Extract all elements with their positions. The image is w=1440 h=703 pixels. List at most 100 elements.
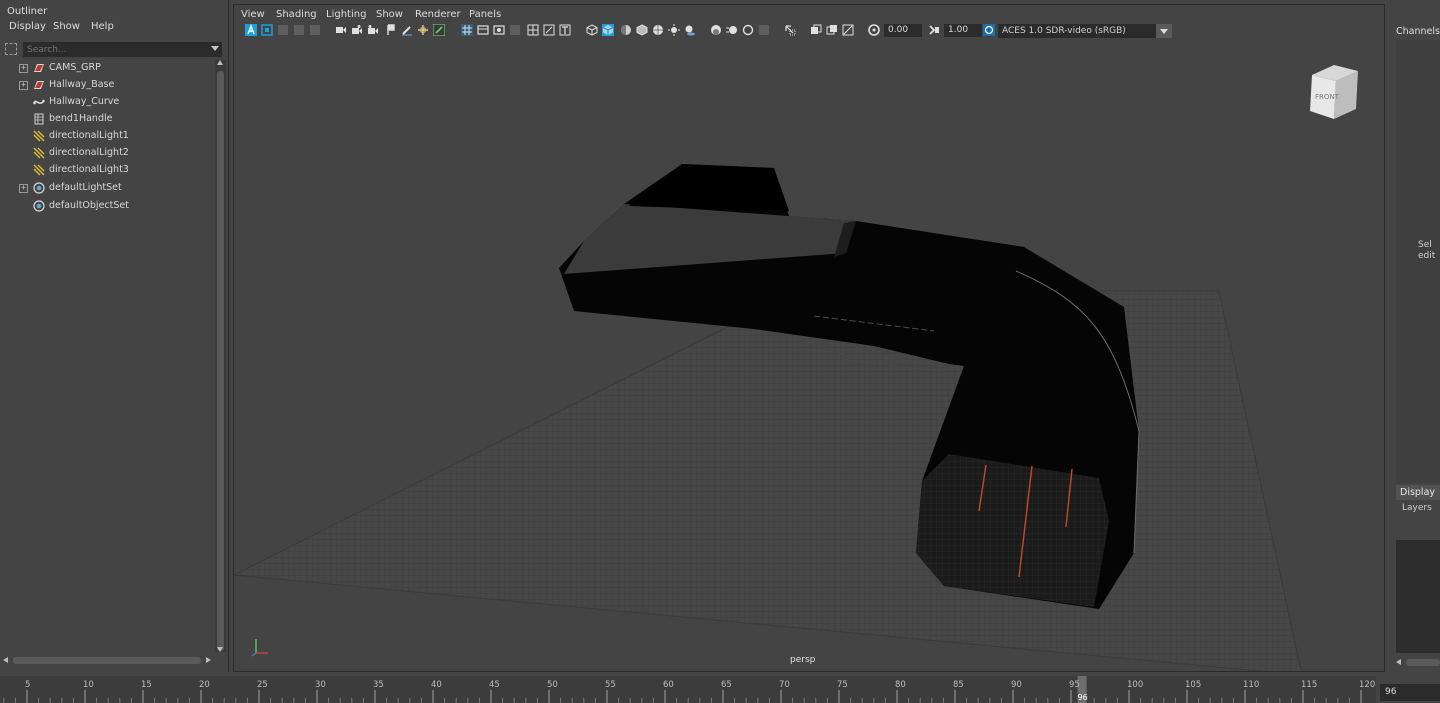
viewport-menu-renderer[interactable]: Renderer — [415, 9, 461, 20]
current-frame-field[interactable]: 96 — [1380, 684, 1440, 701]
gamma-icon[interactable] — [928, 24, 940, 36]
viewport-menu-show[interactable]: Show — [376, 9, 403, 20]
grease-pencil-icon[interactable] — [401, 24, 413, 36]
viewport-panel[interactable]: View Shading Lighting Show Renderer Pane… — [233, 4, 1385, 672]
textured-icon[interactable] — [652, 24, 664, 36]
motion-blur-icon[interactable] — [726, 24, 738, 36]
expand-icon[interactable]: + — [19, 81, 28, 90]
time-slider[interactable]: 96 5 10 15 20 25 30 35 40 45 50 55 60 65 70 75 80 85 90 95 1… — [0, 676, 1376, 703]
outliner-item-cams-grp[interactable]: + CAMS_GRP — [0, 60, 214, 77]
outliner-item-directionallight3[interactable]: directionalLight3 — [0, 162, 214, 179]
camera-lock-icon[interactable] — [351, 24, 363, 36]
scrollbar-thumb[interactable] — [13, 657, 201, 664]
exposure-icon[interactable] — [868, 24, 880, 36]
viewport-scene[interactable]: FRONT — [234, 41, 1384, 671]
scrollbar-thumb[interactable] — [217, 71, 224, 651]
scroll-up-icon[interactable] — [217, 60, 223, 65]
bookmark-flag-icon[interactable] — [385, 24, 397, 36]
tab-display[interactable]: Display — [1396, 485, 1440, 500]
frame-selection-icon[interactable] — [261, 24, 273, 36]
outliner-horizontal-scrollbar[interactable] — [3, 655, 213, 666]
viewport-menu-lighting[interactable]: Lighting — [326, 9, 366, 20]
use-all-lights-icon[interactable] — [668, 24, 680, 36]
chevron-down-icon[interactable] — [1156, 24, 1172, 38]
transform-pivot-icon[interactable] — [417, 24, 429, 36]
xray-icon[interactable] — [810, 24, 822, 36]
timeline-tick-label: 45 — [489, 680, 500, 690]
channel-box-hint: Sel edit — [1418, 240, 1440, 266]
select-filter-icon[interactable] — [5, 43, 17, 55]
outliner-item-label: directionalLight3 — [49, 164, 129, 175]
image-plane-icon[interactable] — [293, 24, 305, 36]
axis-gizmo-icon — [251, 639, 268, 657]
outliner-vertical-scrollbar[interactable] — [215, 60, 226, 652]
outliner-item-hallway-curve[interactable]: Hallway_Curve — [0, 94, 214, 111]
outliner-item-defaultlightset[interactable]: + defaultLightSet — [0, 180, 214, 197]
field-chart-icon[interactable] — [527, 24, 539, 36]
outliner-search-input[interactable] — [23, 42, 222, 57]
scroll-right-icon[interactable] — [206, 657, 211, 663]
isolate-select-icon[interactable] — [784, 24, 796, 36]
film-gate-icon[interactable] — [477, 24, 489, 36]
xray-joints-icon[interactable] — [826, 24, 838, 36]
xray-edit-icon[interactable] — [433, 24, 445, 36]
group-icon — [34, 81, 44, 89]
outliner-item-defaultobjectset[interactable]: defaultObjectSet — [0, 198, 214, 215]
depth-of-field-icon[interactable] — [758, 24, 770, 36]
default-material-icon[interactable] — [620, 24, 632, 36]
timeline-tick-label: 10 — [83, 680, 94, 690]
safe-title-icon[interactable] — [559, 24, 571, 36]
grid-icon[interactable] — [461, 24, 473, 36]
anti-aliasing-icon[interactable] — [742, 24, 754, 36]
channel-box-hint-line1: Sel — [1418, 240, 1432, 250]
bookmark-icon[interactable] — [277, 24, 289, 36]
expand-icon[interactable]: + — [19, 64, 28, 73]
outliner-item-directionallight2[interactable]: directionalLight2 — [0, 145, 214, 162]
camera-attributes-icon[interactable] — [309, 24, 321, 36]
resolution-gate-icon[interactable] — [493, 24, 505, 36]
outliner-menu-show[interactable]: Show — [53, 21, 80, 32]
outliner-menu-display[interactable]: Display — [9, 21, 46, 32]
timeline-tick-label: 90 — [1011, 680, 1022, 690]
wireframe-icon[interactable] — [586, 24, 598, 36]
screen-space-ao-icon[interactable] — [710, 24, 722, 36]
view-cube-label: FRONT — [1315, 93, 1340, 101]
safe-action-icon[interactable] — [543, 24, 555, 36]
color-space-dropdown[interactable]: ACES 1.0 SDR-video (sRGB) — [998, 24, 1172, 38]
outliner-item-bend1handle[interactable]: bend1Handle — [0, 111, 214, 128]
view-cube[interactable]: FRONT — [1310, 65, 1358, 119]
camera-icon[interactable] — [335, 24, 347, 36]
wireframe-on-shaded-icon[interactable] — [636, 24, 648, 36]
outliner-menu-help[interactable]: Help — [91, 21, 114, 32]
channels-title[interactable]: Channels — [1396, 26, 1440, 38]
camera-target-icon[interactable] — [367, 24, 379, 36]
select-camera-icon[interactable] — [245, 24, 257, 36]
chevron-down-icon[interactable] — [211, 46, 219, 51]
timeline-tick-label: 115 — [1301, 680, 1317, 690]
timeline-tick-label: 85 — [953, 680, 964, 690]
scrollbar-thumb[interactable] — [1406, 659, 1440, 666]
outliner-item-label: Hallway_Curve — [49, 96, 120, 107]
scroll-left-icon[interactable] — [3, 657, 8, 663]
gamma-field[interactable]: 1.00 — [944, 24, 982, 37]
scroll-left-icon[interactable] — [1396, 659, 1401, 665]
scroll-down-icon[interactable] — [217, 647, 223, 652]
outliner-item-label: directionalLight2 — [49, 147, 129, 158]
outliner-item-directionallight1[interactable]: directionalLight1 — [0, 128, 214, 145]
outliner-item-hallway-base[interactable]: + Hallway_Base — [0, 77, 214, 94]
viewport-menu-shading[interactable]: Shading — [276, 9, 317, 20]
timeline-tick-label: 100 — [1127, 680, 1143, 690]
shadows-icon[interactable] — [684, 24, 696, 36]
viewport-menu-panels[interactable]: Panels — [469, 9, 501, 20]
outliner-item-label: defaultLightSet — [49, 182, 122, 193]
smooth-shade-icon[interactable] — [602, 24, 614, 36]
exposure-field[interactable]: 0.00 — [884, 24, 922, 37]
viewport-menu-view[interactable]: View — [241, 9, 265, 20]
expand-icon[interactable]: + — [19, 184, 28, 193]
layer-horizontal-scrollbar[interactable] — [1396, 657, 1440, 667]
layers-menu[interactable]: Layers — [1402, 503, 1432, 513]
set-icon — [33, 200, 45, 212]
backface-culling-icon[interactable] — [842, 24, 854, 36]
color-management-icon[interactable] — [983, 24, 995, 36]
gate-mask-icon[interactable] — [509, 24, 521, 36]
